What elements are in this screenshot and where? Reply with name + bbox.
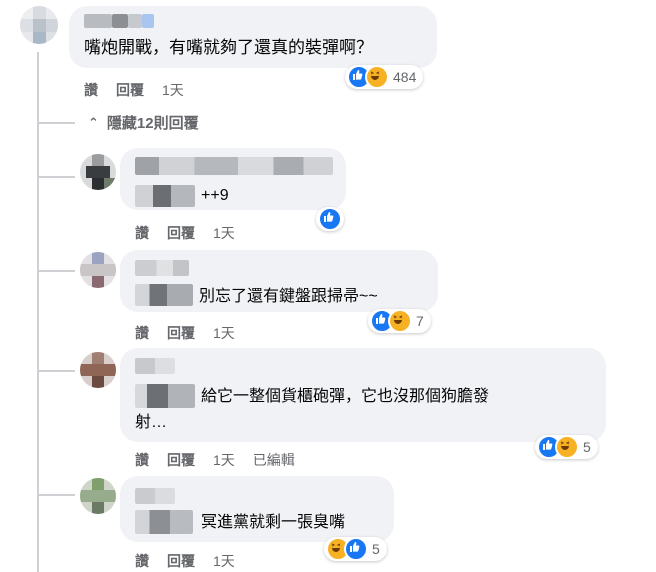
reaction-count: 5: [583, 439, 591, 455]
haha-icon: [365, 65, 389, 89]
hide-replies-button[interactable]: ⌃ 隱藏12則回覆: [88, 112, 199, 133]
reply-button[interactable]: 回覆: [167, 450, 195, 470]
like-button[interactable]: 讚: [135, 223, 149, 243]
haha-icon: [388, 309, 412, 333]
comment-actions: 讚 回覆 1天: [135, 223, 235, 243]
like-button[interactable]: 讚: [135, 450, 149, 470]
thread-connector: [37, 122, 75, 124]
like-icon: [318, 207, 342, 231]
comment-text-line2: 射…: [135, 414, 168, 431]
reaction-summary[interactable]: 5: [324, 537, 387, 561]
reply-button[interactable]: 回覆: [167, 223, 195, 243]
thread-connector: [37, 494, 75, 496]
reply-button[interactable]: 回覆: [167, 323, 195, 343]
comment-text: 別忘了還有鍵盤跟掃帚~~: [199, 288, 378, 305]
comment-actions: 讚 回覆 1天: [135, 551, 235, 571]
comment-actions: 讚 回覆 1天: [84, 80, 184, 100]
reply-button[interactable]: 回覆: [116, 80, 144, 100]
avatar[interactable]: [80, 352, 116, 388]
edited-label[interactable]: 已編輯: [253, 450, 295, 470]
reply-button[interactable]: 回覆: [167, 551, 195, 571]
timestamp[interactable]: 1天: [213, 323, 235, 343]
comment-text: 嘴炮開戰，有嘴就夠了還真的裝彈啊？: [84, 38, 373, 57]
avatar[interactable]: [80, 478, 116, 514]
avatar[interactable]: [20, 6, 58, 44]
reaction-summary[interactable]: [316, 207, 344, 231]
reaction-summary[interactable]: 484: [345, 65, 424, 89]
comment-text-line1: 給它一整個貨櫃砲彈，它也沒那個狗膽發: [201, 388, 490, 405]
chevron-up-icon: ⌃: [88, 114, 99, 130]
commenter-name-blurred[interactable]: [84, 14, 112, 28]
haha-icon: [555, 435, 579, 459]
reaction-count: 7: [416, 313, 424, 329]
like-button[interactable]: 讚: [84, 80, 98, 100]
thread-connector: [37, 270, 75, 272]
like-button[interactable]: 讚: [135, 551, 149, 571]
timestamp[interactable]: 1天: [213, 223, 235, 243]
commenter-name-blurred[interactable]: [135, 488, 175, 504]
thread-connector: [37, 370, 75, 372]
avatar[interactable]: [80, 252, 116, 288]
reaction-count: 484: [393, 69, 417, 85]
commenter-name-blurred[interactable]: [135, 358, 175, 374]
timestamp[interactable]: 1天: [213, 551, 235, 571]
timestamp[interactable]: 1天: [162, 80, 184, 100]
comment-text: ++9: [201, 187, 229, 204]
reaction-summary[interactable]: 5: [535, 435, 598, 459]
timestamp[interactable]: 1天: [213, 450, 235, 470]
like-icon: [344, 537, 368, 561]
comment-text: 冥進黨就剩一張臭嘴: [201, 514, 346, 531]
commenter-name-blurred[interactable]: [135, 260, 189, 276]
commenter-name-blurred[interactable]: [135, 157, 333, 175]
reaction-count: 5: [372, 541, 380, 557]
comment-actions: 讚 回覆 1天 已編輯: [135, 450, 295, 470]
like-button[interactable]: 讚: [135, 323, 149, 343]
reaction-summary[interactable]: 7: [368, 309, 431, 333]
comment-actions: 讚 回覆 1天: [135, 323, 235, 343]
thread-connector: [37, 176, 75, 178]
avatar[interactable]: [80, 154, 116, 190]
